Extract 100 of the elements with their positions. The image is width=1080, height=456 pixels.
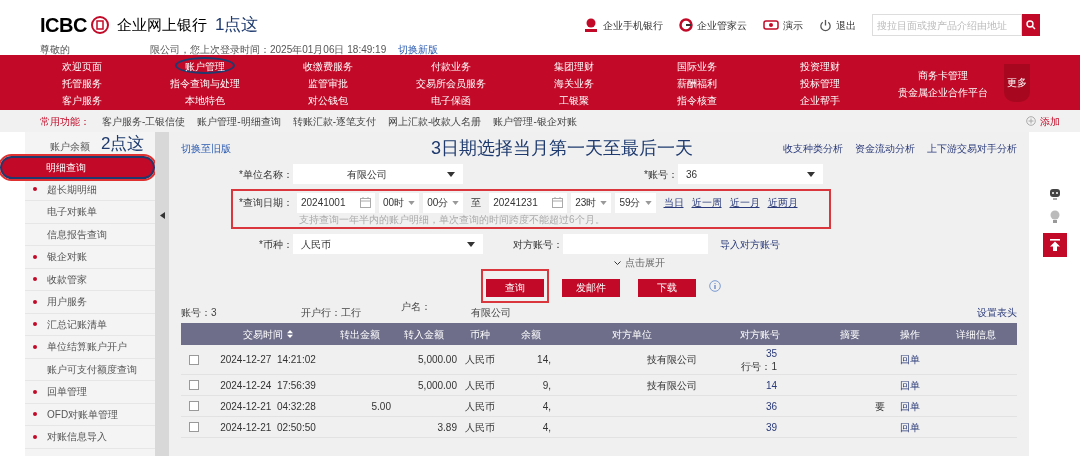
hour-select[interactable]: 00时: [379, 192, 420, 213]
row-checkbox[interactable]: [189, 380, 199, 390]
date-shortcut-link[interactable]: 近两月: [767, 195, 798, 210]
bank-logo-icon: [90, 16, 109, 34]
analysis-link[interactable]: 资金流动分析: [855, 140, 915, 156]
expand-link[interactable]: 点击展开: [624, 255, 665, 270]
sidebar-item[interactable]: 明细查询: [0, 156, 155, 179]
header-link[interactable]: 企业手机银行: [583, 17, 663, 33]
menu-item[interactable]: 投资理财: [789, 57, 850, 74]
action-button[interactable]: 查询: [486, 278, 544, 297]
row-checkbox[interactable]: [189, 422, 199, 432]
sidebar-scrollbar[interactable]: [155, 132, 169, 456]
receipt-link[interactable]: 回单: [885, 398, 935, 414]
column-header[interactable]: 交易时间: [243, 326, 283, 342]
back-to-top-button[interactable]: [1042, 233, 1067, 257]
quick-link[interactable]: 账户管理-银企对账: [493, 113, 577, 129]
date-shortcut-link[interactable]: 近一周: [691, 195, 722, 210]
menu-item[interactable]: 本地特色: [174, 91, 235, 108]
menu-item[interactable]: 付款业务: [420, 57, 481, 74]
account-select[interactable]: 36: [678, 164, 823, 184]
analysis-link[interactable]: 上下游交易对手分析: [927, 140, 1017, 156]
company-select[interactable]: 有限公司: [293, 164, 463, 184]
table-settings-link[interactable]: 设置表头: [977, 305, 1017, 320]
caret-icon: [807, 171, 815, 177]
quick-link[interactable]: 网上汇款-收款人名册: [388, 113, 482, 129]
minute-select[interactable]: 59分: [615, 192, 656, 213]
power-icon: [819, 18, 832, 32]
sort-icon[interactable]: [287, 330, 293, 338]
row-checkbox[interactable]: [189, 354, 199, 365]
field-label: *查询日期：: [238, 196, 293, 210]
menu-item[interactable]: 工银聚: [548, 91, 599, 108]
menu-item[interactable]: 集团理财: [543, 57, 604, 74]
login-info: 限公司，您上次登录时间：2025年01月06日 18:49:19: [150, 43, 387, 57]
screen-icon: [763, 19, 779, 31]
search-button[interactable]: [1022, 14, 1040, 36]
balance-cell-text: 4,: [541, 399, 552, 414]
menu-item[interactable]: 欢迎页面: [51, 57, 112, 74]
amount-cell-text: 3.89: [436, 420, 457, 435]
quick-link[interactable]: 客户服务-工银信使: [102, 113, 186, 129]
column-header: 余额: [521, 328, 541, 340]
quick-link[interactable]: 转账汇款-逐笔支付: [292, 113, 377, 129]
menu-item[interactable]: 国际业务: [666, 57, 727, 74]
arrow-up-icon: [1048, 239, 1061, 251]
amount-cell-text: 5.00: [370, 399, 391, 414]
row-checkbox[interactable]: [189, 401, 199, 411]
info-icon[interactable]: [709, 280, 721, 292]
header-link[interactable]: 企业管家云: [679, 17, 747, 33]
receipt-link[interactable]: 回单: [885, 377, 935, 393]
robot-icon[interactable]: [1048, 187, 1061, 201]
end-date-field[interactable]: 20241231: [489, 192, 568, 213]
receipt-link[interactable]: 回单: [885, 419, 935, 435]
menu-item[interactable]: 海关业务: [543, 74, 604, 91]
account-name-value: 有限公司: [471, 306, 511, 320]
balance-cell-text: 14,: [536, 353, 552, 367]
lightbulb-icon[interactable]: [1048, 209, 1061, 225]
analysis-link[interactable]: 收支种类分析: [783, 140, 843, 156]
menu-item[interactable]: 企业帮手: [789, 91, 850, 108]
time-cell-text: 2024-12-27 14:21:02: [219, 353, 317, 367]
logo-wordmark: ICBC: [40, 13, 87, 38]
more-menu-button[interactable]: 更多: [1004, 63, 1030, 102]
header-link[interactable]: 演示: [763, 17, 803, 33]
menu-item[interactable]: 对公钱包: [297, 91, 358, 108]
currency-cell-text: 人民币: [464, 353, 496, 367]
caret-icon: [452, 200, 460, 205]
menu-item[interactable]: 交易所会员服务: [405, 74, 496, 91]
time-cell-text: 2024-12-21 04:32:28: [219, 399, 317, 414]
menu-item[interactable]: 商务卡管理: [907, 65, 978, 83]
menu-item[interactable]: 贵金属企业合作平台: [887, 82, 998, 100]
add-link[interactable]: 添加: [1026, 113, 1060, 129]
receipt-link[interactable]: 回单: [885, 352, 935, 367]
hour-select[interactable]: 23时: [571, 192, 612, 213]
date-shortcut-link[interactable]: 当日: [663, 195, 684, 210]
header-link[interactable]: 退出: [819, 17, 856, 33]
counterparty-cell-text: 技有限公司: [646, 378, 698, 393]
action-button[interactable]: 发邮件: [562, 278, 620, 297]
menu-item[interactable]: 托管服务: [51, 74, 112, 91]
menu-item[interactable]: 投标管理: [789, 74, 850, 91]
action-button[interactable]: 下载: [638, 278, 696, 297]
menu-item[interactable]: 监管审批: [297, 74, 358, 91]
menu-item[interactable]: 客户服务: [51, 91, 112, 108]
menu-item[interactable]: 指令查询与处理: [159, 74, 250, 91]
import-account-link[interactable]: 导入对方账号: [720, 236, 780, 252]
quick-bar-label: 常用功能：: [40, 114, 90, 129]
minute-select[interactable]: 00分: [423, 192, 464, 213]
switch-version-link[interactable]: 切换新版: [398, 42, 439, 57]
sidebar-header[interactable]: 账户余额: [50, 138, 90, 154]
menu-item[interactable]: 指令核查: [666, 91, 727, 108]
currency-select[interactable]: 人民币: [293, 234, 483, 254]
menu-item[interactable]: 账户管理: [174, 57, 235, 74]
caret-icon: [644, 200, 652, 205]
menu-item[interactable]: 电子保函: [420, 91, 481, 108]
date-shortcut-link[interactable]: 近一月: [729, 195, 760, 210]
start-date-field[interactable]: 20241001: [297, 192, 375, 213]
time-cell-text: 2024-12-24 17:56:39: [219, 378, 317, 393]
menu-item[interactable]: 薪酬福利: [666, 74, 727, 91]
greeting-text: 尊敬的: [40, 43, 70, 57]
old-version-link[interactable]: 切换至旧版: [181, 140, 431, 156]
menu-item[interactable]: 收缴费服务: [292, 57, 363, 74]
quick-link[interactable]: 账户管理-明细查询: [197, 113, 281, 129]
column-header: 币种: [470, 328, 490, 340]
